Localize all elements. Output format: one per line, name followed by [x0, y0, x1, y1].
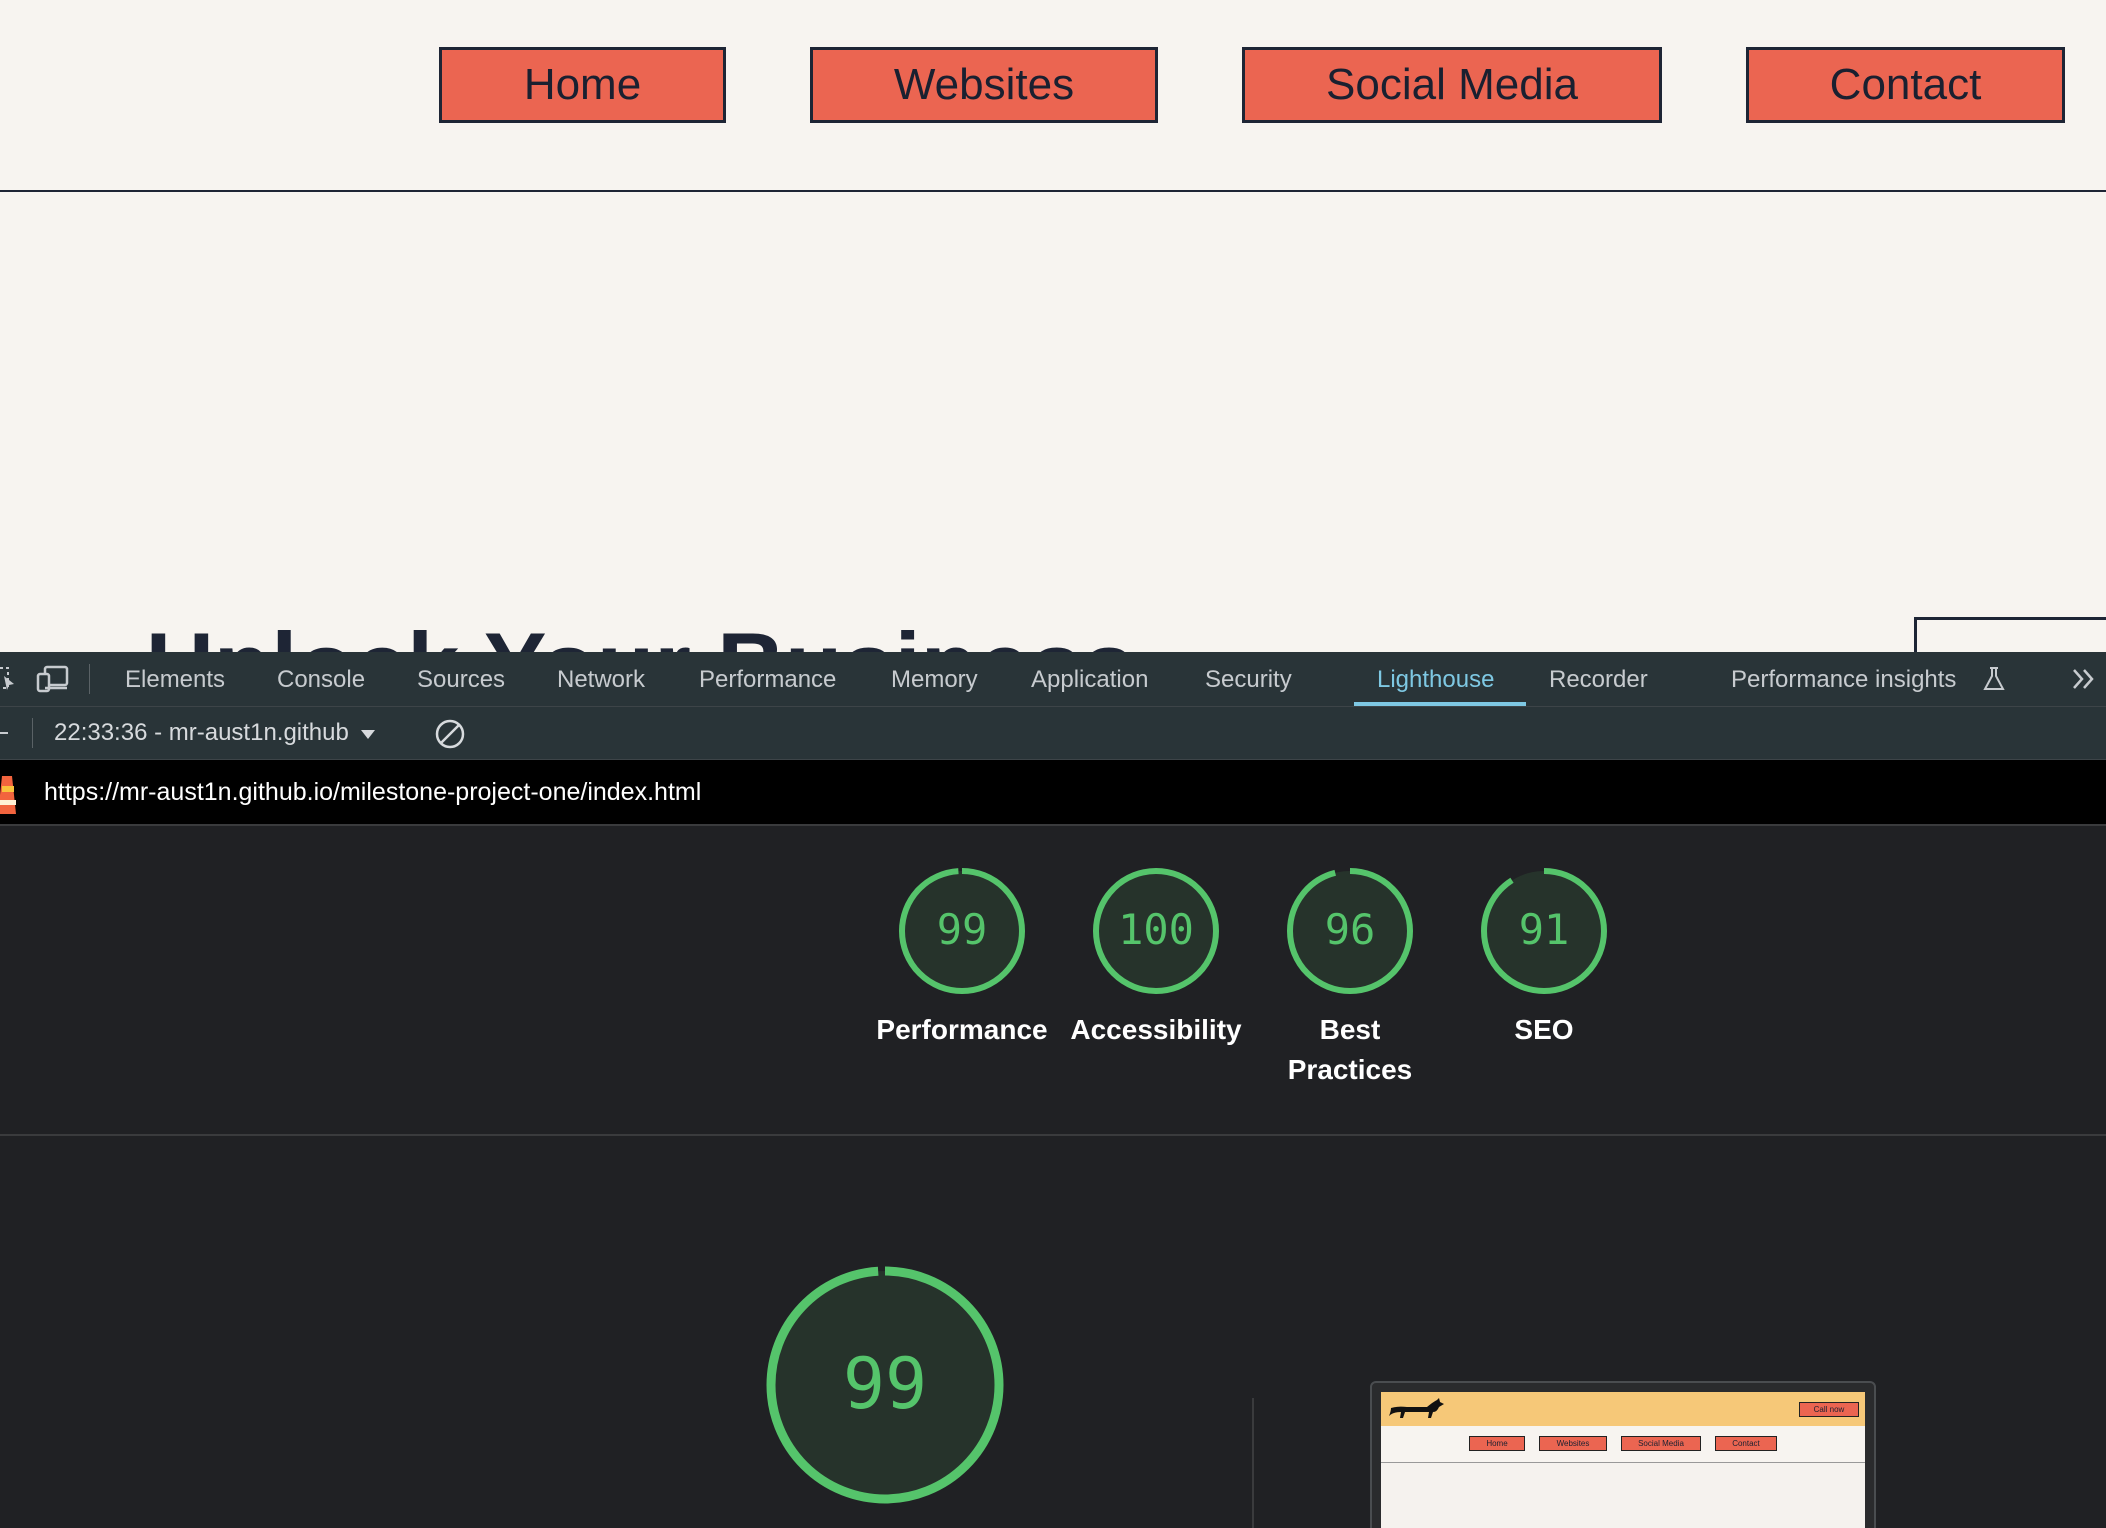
nav-contact-button[interactable]: Contact: [1746, 47, 2065, 123]
clear-reports-icon[interactable]: [434, 718, 466, 750]
thumbnail-nav-item: Social Media: [1621, 1436, 1701, 1451]
device-toolbar-icon[interactable]: [36, 664, 70, 694]
divider: [0, 824, 2106, 826]
gauge-ring: 91: [1481, 868, 1607, 994]
final-screenshot-thumbnail[interactable]: Call now Home Websites Social Media Cont…: [1370, 1381, 1876, 1528]
gauge-best-practices[interactable]: 96 Best Practices: [1250, 866, 1450, 1090]
report-url-bar: https://mr-aust1n.github.io/milestone-pr…: [0, 760, 2106, 824]
tab-console[interactable]: Console: [277, 652, 365, 706]
tab-recorder[interactable]: Recorder: [1549, 652, 1648, 706]
tab-sources[interactable]: Sources: [417, 652, 505, 706]
gauge-ring: 100: [1093, 868, 1219, 994]
devtools-panel: Elements Console Sources Network Perform…: [0, 652, 2106, 1528]
active-tab-indicator: [1354, 702, 1526, 706]
divider: [0, 1134, 2106, 1136]
gauge-seo[interactable]: 91 SEO: [1444, 866, 1644, 1050]
inspect-element-icon[interactable]: [0, 664, 16, 694]
more-tabs-chevron-icon[interactable]: [2070, 666, 2098, 692]
website-viewport: Home Websites Social Media Contact Unloc…: [0, 0, 2106, 652]
flask-experiment-icon: [1983, 667, 2005, 690]
gauge-accessibility[interactable]: 100 Accessibility: [1056, 866, 1256, 1050]
report-url[interactable]: https://mr-aust1n.github.io/milestone-pr…: [44, 760, 701, 824]
dog-logo-icon: [1389, 1398, 1444, 1418]
main-performance-gauge[interactable]: 99: [764, 1264, 1006, 1506]
gauge-ring: 99: [899, 868, 1025, 994]
gauge-label: Performance: [876, 1014, 1048, 1045]
gauge-score: 91: [1519, 905, 1570, 954]
thumbnail-nav-item: Contact: [1715, 1436, 1777, 1451]
toolbar-separator: [89, 664, 90, 694]
divider: [1252, 1398, 1254, 1528]
nav-home-button[interactable]: Home: [439, 47, 726, 123]
add-report-icon[interactable]: [0, 732, 8, 734]
main-gauge-score: 99: [843, 1343, 927, 1425]
tab-application[interactable]: Application: [1031, 652, 1148, 706]
header-divider: [0, 190, 2106, 192]
devtools-tabbar: Elements Console Sources Network Perform…: [0, 652, 2106, 707]
hero-cta-box[interactable]: [1914, 617, 2106, 652]
gauge-label: Best Practices: [1287, 1014, 1413, 1085]
thumbnail-nav-item: Home: [1469, 1436, 1525, 1451]
tab-elements[interactable]: Elements: [125, 652, 225, 706]
lighthouse-toolbar: 22:33:36 - mr-aust1n.github: [0, 707, 2106, 760]
gauge-score: 99: [937, 905, 988, 954]
gauge-performance[interactable]: 99 Performance: [862, 866, 1062, 1050]
gauge-score: 100: [1118, 905, 1194, 954]
report-selector[interactable]: 22:33:36 - mr-aust1n.github: [54, 707, 376, 759]
gauge-score: 96: [1325, 905, 1376, 954]
thumbnail-nav: Home Websites Social Media Contact: [1381, 1426, 1865, 1463]
tab-security[interactable]: Security: [1205, 652, 1292, 706]
thumbnail-nav-item: Websites: [1539, 1436, 1607, 1451]
thumbnail-header: Call now: [1381, 1392, 1865, 1426]
tab-network[interactable]: Network: [557, 652, 645, 706]
gauge-ring: 96: [1287, 868, 1413, 994]
lighthouse-logo-icon: [0, 776, 16, 814]
nav-social-media-button[interactable]: Social Media: [1242, 47, 1662, 123]
tab-performance-insights[interactable]: Performance insights: [1731, 652, 1956, 706]
toolbar-separator: [32, 718, 33, 748]
tab-memory[interactable]: Memory: [891, 652, 978, 706]
tab-performance[interactable]: Performance: [699, 652, 836, 706]
gauge-label: Accessibility: [1070, 1014, 1242, 1045]
hero-title: Unlock Your Business: [146, 612, 1135, 652]
nav-websites-button[interactable]: Websites: [810, 47, 1158, 123]
thumbnail-page: Call now Home Websites Social Media Cont…: [1381, 1392, 1865, 1528]
thumbnail-cta-button: Call now: [1799, 1402, 1859, 1417]
tab-lighthouse[interactable]: Lighthouse: [1377, 652, 1494, 706]
report-selector-label: 22:33:36 - mr-aust1n.github: [54, 719, 349, 746]
dropdown-arrow-icon: [360, 730, 375, 739]
gauge-label: SEO: [1514, 1014, 1574, 1045]
